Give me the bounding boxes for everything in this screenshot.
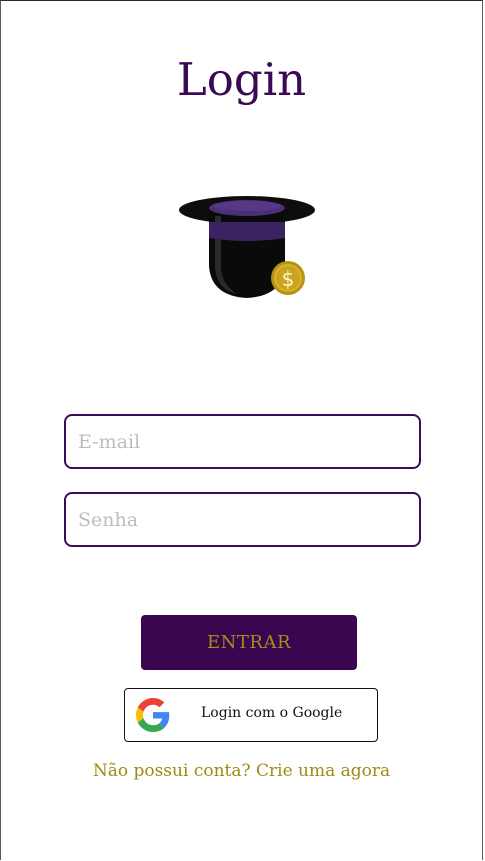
google-g-icon	[136, 698, 170, 732]
email-field[interactable]	[64, 414, 421, 469]
password-field[interactable]	[64, 492, 421, 547]
google-login-button[interactable]: Login com o Google	[124, 688, 378, 742]
coin-dollar-sign: $	[282, 267, 295, 291]
page-title: Login	[176, 53, 307, 106]
enter-button[interactable]: ENTRAR	[141, 615, 357, 670]
top-hat-with-coin-icon: $	[179, 196, 315, 298]
google-login-label: Login com o Google	[201, 705, 343, 721]
login-screen: Login $ ENTRAR Login com o Google Não po…	[0, 0, 483, 860]
signup-link[interactable]: Não possui conta? Crie uma agora	[1, 761, 482, 781]
